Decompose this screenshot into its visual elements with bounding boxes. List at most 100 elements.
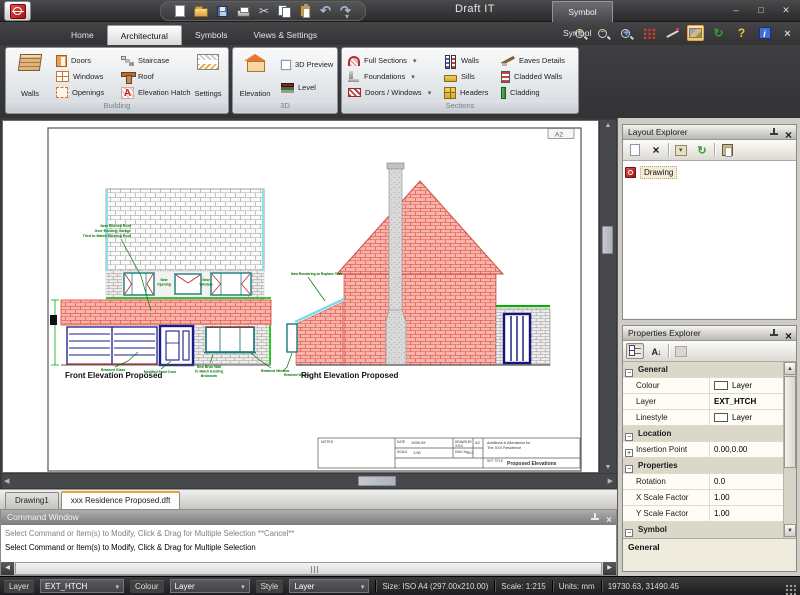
windows-button[interactable]: Windows: [54, 69, 105, 84]
cladded-walls-button[interactable]: Cladded Walls: [499, 69, 564, 84]
resize-grip[interactable]: [785, 584, 796, 595]
section-walls-button[interactable]: Walls: [442, 53, 481, 68]
properties-explorer-titlebar[interactable]: Properties Explorer: [623, 326, 796, 341]
roof-button[interactable]: Roof: [119, 69, 156, 84]
layout-explorer-titlebar[interactable]: Layout Explorer: [623, 125, 796, 140]
print-icon[interactable]: [237, 10, 250, 17]
close-panel-icon[interactable]: [779, 25, 796, 41]
command-pin-icon[interactable]: [590, 513, 599, 522]
undo-icon[interactable]: [320, 2, 331, 20]
command-scroll-thumb[interactable]: [15, 562, 602, 575]
canvas-hscrollbar[interactable]: ◀ ▶: [2, 474, 616, 488]
properties-close-icon[interactable]: [785, 329, 792, 345]
property-row-rotation[interactable]: Rotation 0.0: [623, 474, 796, 490]
pgrid-scroll-thumb[interactable]: [784, 376, 796, 468]
property-row-x-scale[interactable]: X Scale Factor 1.00: [623, 490, 796, 506]
categorized-view-button[interactable]: [626, 343, 644, 359]
tab-symbols[interactable]: Symbols: [182, 25, 241, 45]
command-close-icon[interactable]: [606, 513, 612, 528]
tab-home[interactable]: Home: [58, 25, 107, 45]
paste-icon[interactable]: [300, 5, 311, 17]
open-icon[interactable]: [194, 8, 208, 17]
headers-button[interactable]: Headers: [442, 85, 490, 100]
cladding-button[interactable]: Cladding: [499, 85, 542, 100]
property-row-insertion-point[interactable]: +Insertion Point 0.00,0.00: [623, 442, 796, 458]
doors-windows-sections-button[interactable]: Doors / Windows: [346, 85, 433, 100]
openings-button[interactable]: Openings: [54, 85, 106, 100]
property-row-y-scale[interactable]: Y Scale Factor 1.00: [623, 506, 796, 522]
tab-architectural[interactable]: Architectural: [107, 25, 182, 45]
style-dropdown[interactable]: Layer: [289, 579, 369, 593]
category-row-general[interactable]: −General: [623, 362, 796, 378]
tab-views-settings[interactable]: Views & Settings: [241, 25, 331, 45]
refresh-icon[interactable]: [710, 25, 727, 41]
zoom-extents-icon[interactable]: ✚: [618, 25, 635, 41]
property-row-colour[interactable]: Colour Layer: [623, 378, 796, 394]
category-row-properties[interactable]: −Properties: [623, 458, 796, 474]
colour-swatch[interactable]: [714, 381, 728, 390]
doc-tab-residence[interactable]: xxx Residence Proposed.dft: [61, 491, 181, 509]
zoom-out-icon[interactable]: −: [595, 25, 612, 41]
property-grid-scrollbar[interactable]: ▲ ▼: [783, 362, 796, 538]
property-pages-button[interactable]: [672, 343, 690, 359]
pgrid-scroll-up[interactable]: ▲: [784, 362, 796, 375]
symbol-preview-icon[interactable]: [687, 25, 704, 41]
layout-tree[interactable]: Drawing: [623, 161, 796, 318]
category-row-symbol[interactable]: −Symbol: [623, 522, 796, 538]
maximize-button[interactable]: □: [753, 3, 769, 17]
layout-close-icon[interactable]: [785, 128, 792, 144]
3d-preview-button[interactable]: 3D Preview: [279, 57, 335, 72]
drawing-svg[interactable]: A2: [3, 121, 598, 472]
settings-button[interactable]: Settings: [190, 51, 226, 100]
property-row-layer[interactable]: Layer EXT_HTCH: [623, 394, 796, 410]
foundations-button[interactable]: Foundations: [346, 69, 417, 84]
doors-button[interactable]: Doors: [54, 53, 93, 68]
elevation-hatch-button[interactable]: Elevation Hatch: [119, 85, 193, 100]
layer-dropdown[interactable]: EXT_HTCH: [40, 579, 124, 593]
eaves-details-button[interactable]: Eaves Details: [499, 53, 567, 68]
hscroll-right-arrow[interactable]: ▶: [608, 477, 613, 485]
layout-pin-icon[interactable]: [769, 128, 778, 137]
application-menu-button[interactable]: [4, 1, 31, 21]
minimize-button[interactable]: –: [728, 3, 744, 17]
doc-tab-drawing1[interactable]: Drawing1: [5, 492, 59, 509]
sheet[interactable]: A2: [48, 128, 581, 471]
level-button[interactable]: Level: [279, 80, 318, 95]
command-hscrollbar[interactable]: ◀ ▶: [1, 562, 616, 575]
walls-button[interactable]: Walls: [12, 51, 48, 100]
help-icon[interactable]: [733, 25, 750, 41]
category-row-location[interactable]: −Location: [623, 426, 796, 442]
command-scroll-left-arrow[interactable]: ◀: [1, 562, 14, 575]
hscroll-left-arrow[interactable]: ◀: [4, 477, 9, 485]
expand-insertion-point[interactable]: +: [625, 449, 633, 457]
paste-layout-button[interactable]: [718, 142, 736, 158]
staircase-button[interactable]: Staircase: [119, 53, 171, 68]
command-scroll-right-arrow[interactable]: ▶: [603, 562, 616, 575]
symbol-panel-tab[interactable]: Symbol: [552, 1, 613, 22]
full-sections-button[interactable]: Full Sections: [346, 53, 418, 68]
about-icon[interactable]: [756, 25, 773, 41]
linestyle-swatch[interactable]: [714, 413, 728, 422]
alphabetical-sort-button[interactable]: [647, 343, 665, 359]
colour-dropdown[interactable]: Layer: [170, 579, 250, 593]
cut-icon[interactable]: [259, 2, 269, 20]
sills-button[interactable]: Sills: [442, 69, 477, 84]
vscroll-thumb[interactable]: [602, 226, 613, 254]
snap-grid-icon[interactable]: [641, 25, 658, 41]
vscroll-down-arrow[interactable]: ▼: [600, 464, 616, 471]
vscroll-up-arrow[interactable]: ▲: [600, 122, 616, 129]
drawing-canvas[interactable]: A2: [2, 120, 599, 473]
draw-line-icon[interactable]: [664, 25, 681, 41]
new-icon[interactable]: [175, 5, 185, 17]
zoom-in-icon[interactable]: +: [572, 25, 589, 41]
title-block[interactable]: NOTES DATE 1999.09 SCALE 1:50 DRAWN BY X…: [318, 438, 580, 468]
refresh-layout-button[interactable]: [693, 142, 711, 158]
delete-layout-button[interactable]: [647, 142, 665, 158]
hscroll-thumb[interactable]: [358, 476, 396, 486]
canvas-vscrollbar[interactable]: ▲ ▼: [600, 120, 616, 473]
elevation-button[interactable]: Elevation: [237, 51, 273, 100]
pgrid-scroll-down[interactable]: ▼: [784, 524, 796, 537]
close-button[interactable]: ✕: [778, 3, 794, 17]
save-icon[interactable]: [217, 6, 228, 17]
properties-pin-icon[interactable]: [769, 329, 778, 338]
